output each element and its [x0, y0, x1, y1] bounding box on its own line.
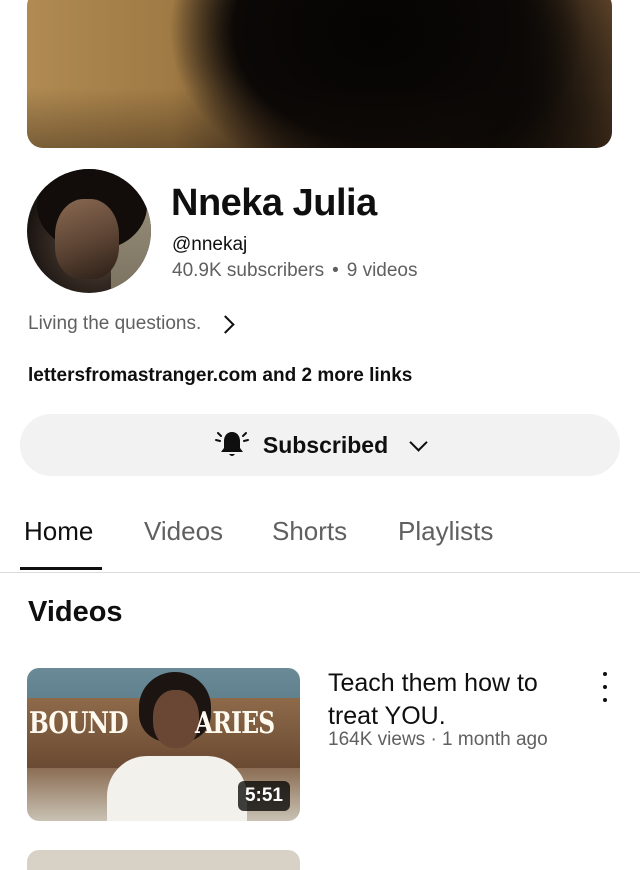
section-title: Videos: [28, 596, 123, 628]
banner-shade: [27, 88, 612, 148]
video-count: 9 videos: [346, 260, 418, 281]
stats-separator: •: [332, 260, 339, 281]
tab-shorts[interactable]: Shorts: [272, 516, 347, 570]
more-vert-icon[interactable]: [596, 672, 614, 702]
channel-name: Nneka Julia: [171, 182, 377, 224]
video-title[interactable]: Teach them how to treat YOU.: [328, 667, 578, 733]
tab-videos[interactable]: Videos: [144, 516, 223, 570]
tab-home[interactable]: Home: [24, 516, 93, 570]
avatar-face: [55, 199, 119, 279]
channel-handle: @nnekaj: [172, 234, 248, 255]
subscribed-label: Subscribed: [262, 431, 389, 458]
channel-links[interactable]: lettersfromastranger.com and 2 more link…: [28, 365, 412, 387]
thumbnail-person-face: [153, 690, 199, 748]
subscriber-count: 40.9K subscribers: [172, 260, 325, 281]
video-meta: 164K views · 1 month ago: [328, 729, 548, 750]
channel-banner: [27, 0, 612, 148]
bell-icon: [214, 432, 249, 456]
more-dot: [603, 698, 607, 702]
chevron-down-icon: [409, 432, 428, 452]
channel-avatar[interactable]: [27, 169, 151, 293]
description-text: Living the questions.: [28, 313, 202, 334]
tab-playlists[interactable]: Playlists: [398, 516, 493, 570]
more-dot: [603, 685, 607, 689]
more-dot: [603, 672, 607, 676]
video-thumbnail[interactable]: BOUND ARIES 5:51: [27, 668, 300, 821]
subscribed-button[interactable]: Subscribed: [20, 414, 620, 476]
thumbnail-text-left: BOUND: [29, 706, 129, 741]
thumbnail-text-right: ARIES: [195, 706, 275, 741]
channel-stats: 40.9K subscribers • 9 videos: [172, 260, 418, 282]
video-duration: 5:51: [237, 781, 290, 811]
channel-description[interactable]: Living the questions.: [28, 313, 235, 335]
chevron-right-icon: [216, 314, 235, 334]
active-tab-indicator: [20, 567, 102, 570]
channel-tabs: Home Videos Shorts Playlists: [0, 502, 640, 573]
thumbnail-person-body: [107, 756, 247, 821]
next-video-thumbnail[interactable]: [27, 850, 300, 870]
